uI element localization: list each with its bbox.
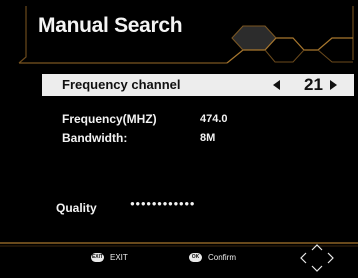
frequency-channel-row[interactable]: Frequency channel 21 — [42, 74, 354, 96]
page-title: Manual Search — [38, 14, 183, 37]
navigation-pad-icon — [300, 244, 334, 272]
frequency-channel-label: Frequency channel — [62, 77, 181, 92]
quality-label: Quality — [56, 201, 97, 215]
bandwidth-value: 8M — [200, 132, 216, 144]
frequency-label: Frequency(MHZ) — [62, 112, 157, 126]
frequency-channel-value: 21 — [304, 75, 323, 94]
bandwidth-label: Bandwidth: — [62, 131, 128, 145]
exit-button-icon[interactable]: EXIT — [91, 253, 104, 262]
ok-button-icon[interactable]: OK — [189, 253, 202, 262]
confirm-label: Confirm — [208, 253, 237, 262]
quality-meter: ●●●●●●●●●●●● — [130, 199, 196, 208]
frequency-value: 474.0 — [200, 113, 228, 125]
exit-label: EXIT — [110, 253, 128, 262]
arrow-right-icon[interactable] — [330, 80, 337, 90]
arrow-left-icon[interactable] — [273, 80, 280, 90]
decorative-frame — [0, 6, 358, 247]
